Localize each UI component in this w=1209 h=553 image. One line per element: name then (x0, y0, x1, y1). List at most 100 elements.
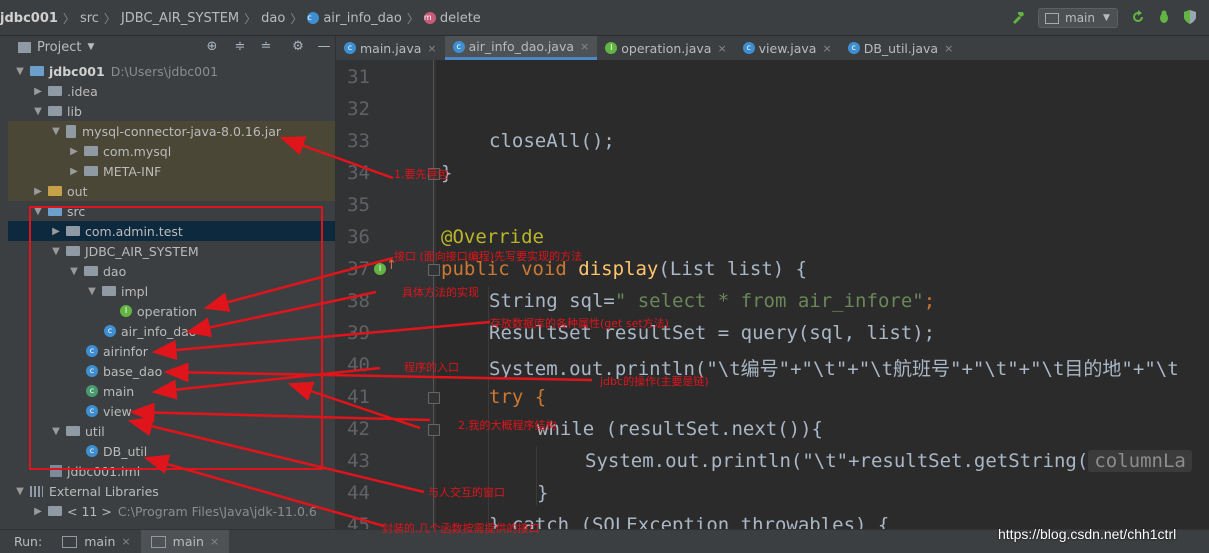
code-line: } (537, 482, 548, 504)
class-icon: c (847, 42, 860, 54)
close-icon[interactable]: × (427, 42, 436, 55)
tab-operation-java[interactable]: Ioperation.java × (597, 36, 734, 60)
class-icon: c (307, 12, 320, 24)
tree-item-external-libraries[interactable]: ▼ External Libraries (8, 481, 335, 501)
fold-marker-icon[interactable] (428, 424, 440, 436)
close-icon[interactable]: × (580, 40, 589, 53)
chevron-right-icon: ▶ (34, 185, 42, 197)
line-number: 37 (347, 258, 370, 280)
tree-item-project[interactable]: ▼ jdbc001 D:\Users\jdbc001 (8, 61, 335, 81)
close-icon[interactable]: × (717, 42, 726, 55)
line-number: 41 (347, 386, 370, 408)
tree-item-label: out (67, 183, 88, 199)
chevron-down-icon: ▼ (52, 125, 60, 137)
breadcrumb-class[interactable]: c air_info_dao (307, 10, 402, 26)
code-text: try { (489, 386, 547, 408)
line-number: 32 (347, 98, 370, 120)
gear-icon[interactable]: ⚙ (290, 39, 306, 55)
tab-label: DB_util.java (863, 40, 939, 56)
annotation-program-structure: 2.我的大概程序结构 (458, 419, 557, 432)
close-icon[interactable]: × (121, 535, 130, 548)
chevron-down-icon: ▼ (16, 65, 24, 77)
line-number: 33 (347, 130, 370, 152)
tree-item-com-mysql[interactable]: ▶ com.mysql (8, 141, 335, 161)
collapse-all-icon[interactable]: ≐ (258, 39, 274, 55)
coverage-shield-icon[interactable] (1182, 9, 1198, 25)
tree-item-jdk[interactable]: ▶ < 11 > C:\Program Files\Java\jdk-11.0.6 (8, 501, 335, 521)
class-icon: c (344, 42, 356, 54)
run-tab-main-active[interactable]: main × (140, 530, 230, 553)
minimize-icon[interactable]: — (316, 39, 332, 55)
breadcrumb-dao[interactable]: dao (261, 11, 285, 26)
tree-item-label: META-INF (103, 163, 162, 179)
breadcrumb-package[interactable]: JDBC_AIR_SYSTEM (121, 11, 239, 26)
chevron-right-icon: 〉 (62, 11, 75, 26)
libraries-icon (30, 485, 43, 497)
console-icon (62, 535, 78, 548)
tree-item-idea[interactable]: ▶ .idea (8, 81, 335, 101)
tab-view-java[interactable]: c view.java × (735, 36, 840, 60)
line-number: 42 (347, 418, 370, 440)
tree-item-label: lib (67, 103, 82, 119)
close-icon[interactable]: × (210, 535, 219, 548)
breadcrumb-method[interactable]: m delete (423, 10, 481, 26)
code-text: while (resultSet.next()){ (537, 418, 823, 440)
line-number: 44 (347, 482, 370, 504)
tree-item-label: External Libraries (49, 483, 159, 499)
tree-item-meta-inf[interactable]: ▶ META-INF (8, 161, 335, 181)
breadcrumb-src[interactable]: src (80, 11, 99, 26)
debug-bug-icon[interactable] (1156, 9, 1172, 25)
tab-main-java[interactable]: c main.java × (336, 36, 445, 60)
run-tab-main[interactable]: main × (52, 530, 140, 553)
annotation-jdbc-operations: jdbc的操作(主要是链) (600, 375, 709, 388)
chevron-right-icon: 〉 (244, 11, 257, 26)
annotation-entity-attributes: 存放数据库的各种属性(get set方法) (490, 317, 669, 330)
annotation-interface: 接口 (面向接口编程)先写要实现的方法 (394, 250, 583, 263)
tree-item-out[interactable]: ▶ out (8, 181, 335, 201)
folder-icon (48, 86, 62, 96)
fold-marker-icon[interactable] (428, 264, 440, 276)
class-icon: c (742, 42, 755, 54)
expand-all-icon[interactable]: ≑ (232, 39, 248, 55)
tree-item-path: D:\Users\jdbc001 (110, 63, 219, 79)
line-number: 38 (347, 290, 370, 312)
chevron-right-icon: ▶ (34, 505, 42, 517)
line-number: 45 (347, 514, 370, 529)
code-text: (List list) { (658, 258, 808, 280)
fold-marker-icon[interactable] (428, 392, 440, 404)
breadcrumb-class-label: air_info_dao (323, 10, 402, 26)
close-icon[interactable]: × (944, 42, 953, 55)
tab-db-util-java[interactable]: c DB_util.java × (840, 36, 962, 60)
tree-item-lib[interactable]: ▼ lib (8, 101, 335, 121)
package-icon (84, 146, 98, 156)
folder-icon (48, 106, 62, 116)
line-number: 35 (347, 194, 370, 216)
tab-label: main.java (360, 40, 422, 56)
code-text: System.out.println("\t编号"+"\t"+"\t航班号"+"… (489, 358, 1179, 380)
code-line: closeAll(); (489, 130, 615, 152)
code-line: try { (489, 386, 546, 408)
tree-item-label: com.mysql (103, 143, 172, 159)
tree-item-label: < 11 > (67, 503, 112, 519)
implements-marker-icon[interactable]: I (374, 263, 386, 275)
tab-label: view.java (758, 40, 817, 56)
chevron-right-icon: ▶ (70, 165, 78, 177)
locate-icon[interactable]: ⊕ (204, 39, 220, 55)
project-panel-title[interactable]: Project (37, 40, 81, 55)
annotation-highlight-box (29, 206, 323, 470)
left-tool-strip (0, 36, 8, 529)
chevron-right-icon: 〉 (103, 11, 116, 26)
project-panel-header: Project ▼ ⊕ ≑ ≐ ⚙ — (8, 36, 335, 58)
chevron-down-icon[interactable]: ▼ (87, 42, 94, 52)
close-icon[interactable]: × (822, 42, 831, 55)
tree-item-jar[interactable]: ▼ mysql-connector-java-8.0.16.jar (8, 121, 335, 141)
method-icon: m (423, 12, 436, 24)
rerun-icon[interactable] (1130, 9, 1146, 25)
run-configuration-select[interactable]: main ▼ (1038, 8, 1118, 28)
interface-icon: I (605, 42, 618, 54)
breadcrumb-project[interactable]: jdbc001 (0, 11, 58, 26)
breadcrumb-method-label: delete (439, 10, 481, 26)
code-text: System.out.println("\t"+resultSet.getStr… (585, 450, 1089, 472)
tab-air-info-dao-java[interactable]: c air_info_dao.java × (444, 36, 598, 60)
build-hammer-icon[interactable] (1010, 9, 1026, 25)
